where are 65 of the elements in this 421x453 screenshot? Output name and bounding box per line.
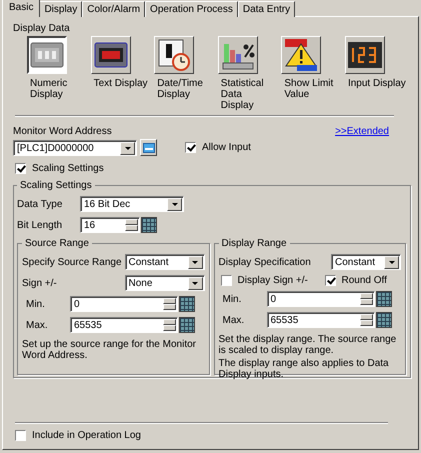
spin-icon bbox=[125, 219, 138, 231]
data-type-dropdown[interactable]: 16 Bit Dec bbox=[80, 196, 184, 212]
range-field[interactable]: 0 bbox=[266, 291, 374, 307]
section-label: Display Data bbox=[13, 23, 71, 34]
help-text: Set the display range. The source range is scaled to display range. bbox=[218, 334, 398, 356]
keyboard-icon bbox=[142, 142, 154, 152]
keypad-button[interactable] bbox=[141, 217, 157, 233]
caret-icon bbox=[384, 256, 399, 269]
warning-icon bbox=[283, 38, 320, 72]
field-label: Max. bbox=[222, 314, 246, 326]
sign-dropdown[interactable]: None bbox=[124, 275, 204, 291]
spin-icon bbox=[163, 298, 176, 310]
spin-icon bbox=[163, 319, 176, 331]
tab[interactable]: Basic bbox=[2, 0, 40, 17]
keypad-button[interactable] bbox=[179, 296, 195, 312]
display-type-label: Input Display bbox=[346, 78, 407, 89]
range-field[interactable]: 65535 bbox=[266, 312, 374, 328]
scaling-checkbox[interactable]: Scaling Settings bbox=[15, 163, 409, 174]
field-label: Sign +/- bbox=[22, 278, 58, 288]
group-title: Scaling Settings bbox=[19, 180, 93, 191]
display-type-label: Numeric Display bbox=[29, 78, 68, 100]
group-title: Display Range bbox=[220, 238, 288, 249]
address-dropdown[interactable]: [PLC1]D0000000 bbox=[13, 140, 137, 156]
help-text: The display range also applies to Data Display inputs. bbox=[218, 358, 390, 380]
bit-length-field[interactable]: 16 bbox=[80, 217, 140, 233]
tab[interactable]: Operation Process bbox=[145, 1, 238, 17]
caret-icon bbox=[120, 142, 135, 154]
round-off-checkbox[interactable]: Round Off bbox=[324, 275, 387, 286]
keypad-button[interactable] bbox=[376, 291, 392, 307]
calendar-clock-icon bbox=[156, 38, 192, 72]
field-label: Display Specification bbox=[218, 256, 312, 268]
tab[interactable]: Data Entry bbox=[238, 1, 296, 17]
display-type-label: Statistical Data Display bbox=[220, 78, 265, 111]
field-label: Specify Source Range bbox=[22, 256, 123, 268]
display-type-label: Text Display bbox=[92, 78, 148, 89]
allow-input-checkbox[interactable]: Allow Input bbox=[185, 142, 251, 153]
spin-icon bbox=[360, 293, 372, 305]
tab[interactable]: Display bbox=[39, 1, 82, 17]
caret-icon bbox=[188, 256, 202, 269]
display-type-label: Show Limit Value bbox=[283, 78, 334, 100]
field-label: Monitor Word Address bbox=[13, 126, 112, 137]
range-field[interactable]: 65535 bbox=[70, 317, 178, 333]
keypad-button[interactable] bbox=[376, 312, 392, 328]
group-title: Source Range bbox=[24, 238, 90, 249]
source-range-dropdown[interactable]: Constant bbox=[124, 254, 204, 270]
spin-icon bbox=[360, 314, 372, 326]
caret-icon bbox=[167, 198, 182, 211]
keypad-button[interactable] bbox=[179, 317, 195, 333]
extended-link[interactable]: >>Extended bbox=[335, 126, 389, 137]
segment-display-icon bbox=[346, 40, 383, 70]
range-field[interactable]: 0 bbox=[70, 296, 178, 312]
field-label: Min. bbox=[25, 298, 46, 310]
help-text: Set up the source range for the Monitor Word Address. bbox=[22, 339, 197, 361]
tab[interactable]: Color/Alarm bbox=[82, 1, 146, 17]
display-sign-checkbox[interactable]: Display Sign +/- bbox=[220, 275, 324, 286]
display-type-button[interactable] bbox=[27, 36, 67, 74]
field-label: Max. bbox=[25, 320, 49, 330]
display-spec-dropdown[interactable]: Constant bbox=[331, 254, 401, 270]
operation-log-checkbox[interactable]: Include in Operation Log bbox=[15, 430, 409, 441]
display-type-label: Date/Time Display bbox=[156, 78, 204, 100]
field-label: Bit Length bbox=[17, 220, 64, 230]
caret-icon bbox=[188, 277, 202, 290]
field-label: Data Type bbox=[17, 198, 64, 210]
address-button[interactable] bbox=[140, 139, 157, 156]
field-label: Min. bbox=[222, 294, 242, 304]
